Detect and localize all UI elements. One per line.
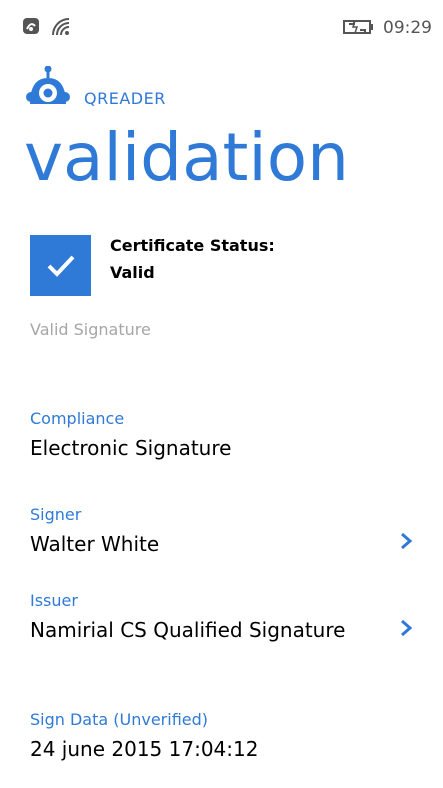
issuer-chevron-right-icon[interactable] [399, 619, 413, 637]
checkmark-icon [47, 255, 75, 277]
wifi-icon [52, 18, 70, 36]
signer-value: Walter White [30, 532, 160, 556]
nfc-icon [23, 18, 39, 34]
certificate-status-label: Certificate Status: [110, 236, 275, 255]
status-description: Valid Signature [30, 320, 151, 339]
sign-data-value: 24 june 2015 17:04:12 [30, 737, 259, 761]
page-title: validation [24, 119, 349, 196]
sign-data-field: Sign Data (Unverified) 24 june 2015 17:0… [30, 709, 410, 766]
app-name: QREADER [84, 89, 166, 108]
issuer-value: Namirial CS Qualified Signature [30, 618, 346, 642]
compliance-field: Compliance Electronic Signature [30, 408, 410, 465]
signer-row[interactable]: Signer Walter White [30, 504, 410, 561]
certificate-status: Certificate Status: Valid [110, 232, 410, 286]
compliance-label: Compliance [30, 409, 125, 428]
compliance-value: Electronic Signature [30, 436, 232, 460]
signer-label: Signer [30, 505, 82, 524]
robot-logo-icon [26, 66, 70, 104]
clock-time: 09:29 [383, 18, 432, 38]
signer-chevron-right-icon[interactable] [399, 532, 413, 550]
battery-charging-icon [343, 20, 373, 34]
issuer-row[interactable]: Issuer Namirial CS Qualified Signature [30, 590, 410, 647]
status-check-box [30, 235, 91, 296]
issuer-label: Issuer [30, 591, 78, 610]
certificate-status-value: Valid [110, 263, 155, 282]
sign-data-label: Sign Data (Unverified) [30, 710, 209, 729]
status-bar: 09:29 [0, 0, 443, 56]
